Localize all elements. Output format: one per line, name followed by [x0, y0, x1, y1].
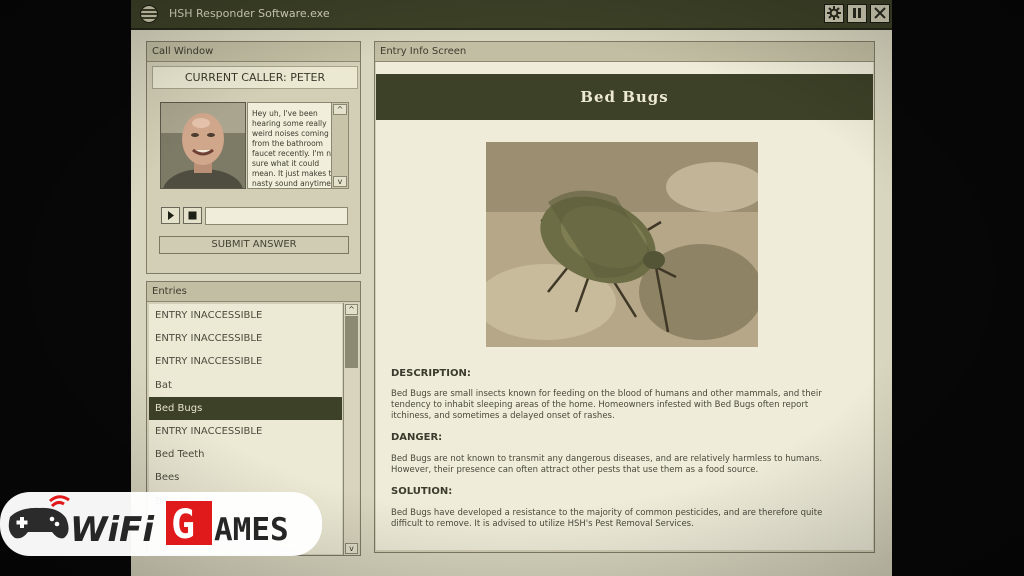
- audio-progress-bar[interactable]: [205, 207, 348, 225]
- entry-title-banner: Bed Bugs: [376, 74, 873, 120]
- watermark-g-block: G: [166, 501, 212, 548]
- title-bar: HSH Responder Software.exe: [131, 0, 892, 30]
- scroll-down-arrow-icon[interactable]: v: [345, 543, 358, 554]
- watermark-text-wifi: WiFi: [70, 510, 155, 550]
- solution-text: Bed Bugs have developed a resistance to …: [391, 508, 823, 529]
- entry-title: Bed Bugs: [580, 88, 669, 106]
- entries-scrollbar[interactable]: ^ v: [343, 303, 359, 555]
- entry-info-content: Bed Bugs DESCRIPTION: Bed Bugs are small…: [376, 62, 873, 550]
- list-item[interactable]: ENTRY INACCESSIBLE: [149, 420, 342, 443]
- scroll-up-arrow-icon[interactable]: ^: [345, 304, 358, 315]
- scroll-down-arrow-icon[interactable]: v: [333, 176, 347, 187]
- call-window-panel: Call Window CURRENT CALLER: PETER Hey uh…: [146, 41, 361, 274]
- stop-button[interactable]: [183, 207, 202, 224]
- description-heading: DESCRIPTION:: [391, 368, 471, 379]
- list-item[interactable]: ENTRY INACCESSIBLE: [149, 350, 342, 373]
- list-item[interactable]: Bees: [149, 466, 342, 489]
- bed-bug-photo: [486, 142, 758, 347]
- transcript-text: Hey uh, I've been hearing some really we…: [252, 109, 342, 188]
- window-title: HSH Responder Software.exe: [169, 7, 330, 20]
- scroll-up-arrow-icon[interactable]: ^: [333, 104, 347, 115]
- list-item[interactable]: ENTRY INACCESSIBLE: [149, 304, 342, 327]
- submit-answer-button[interactable]: SUBMIT ANSWER: [159, 236, 349, 254]
- hsh-logo-icon: [140, 5, 158, 23]
- danger-text: Bed Bugs are not known to transmit any d…: [391, 454, 823, 475]
- watermark-text-g: G: [171, 502, 195, 548]
- entry-info-header: Entry Info Screen: [375, 42, 874, 62]
- entries-header: Entries: [147, 282, 360, 302]
- pause-button[interactable]: [847, 4, 867, 23]
- settings-icon[interactable]: [824, 4, 844, 23]
- list-item-selected[interactable]: Bed Bugs: [149, 396, 342, 420]
- watermark-logo: WiFi G AMES: [0, 492, 322, 556]
- current-caller-label: CURRENT CALLER: PETER: [152, 66, 358, 89]
- scrollbar-thumb[interactable]: [345, 316, 358, 368]
- watermark-text-ames: AMES: [214, 512, 289, 548]
- app-window: HSH Responder Software.exe Call Window C…: [131, 0, 892, 576]
- entry-info-panel: Entry Info Screen Bed Bugs DESCRIPTION: …: [374, 41, 875, 553]
- list-item[interactable]: Bed Teeth: [149, 443, 342, 466]
- close-button[interactable]: [870, 4, 890, 23]
- solution-heading: SOLUTION:: [391, 486, 453, 497]
- danger-heading: DANGER:: [391, 432, 443, 443]
- caller-portrait: [160, 102, 246, 213]
- list-item[interactable]: Bat: [149, 374, 342, 397]
- transcript-scrollbar[interactable]: ^ v: [331, 102, 349, 189]
- play-button[interactable]: [161, 207, 180, 224]
- call-window-header: Call Window: [147, 42, 360, 62]
- description-text: Bed Bugs are small insects known for fee…: [391, 389, 822, 421]
- list-item[interactable]: ENTRY INACCESSIBLE: [149, 327, 342, 350]
